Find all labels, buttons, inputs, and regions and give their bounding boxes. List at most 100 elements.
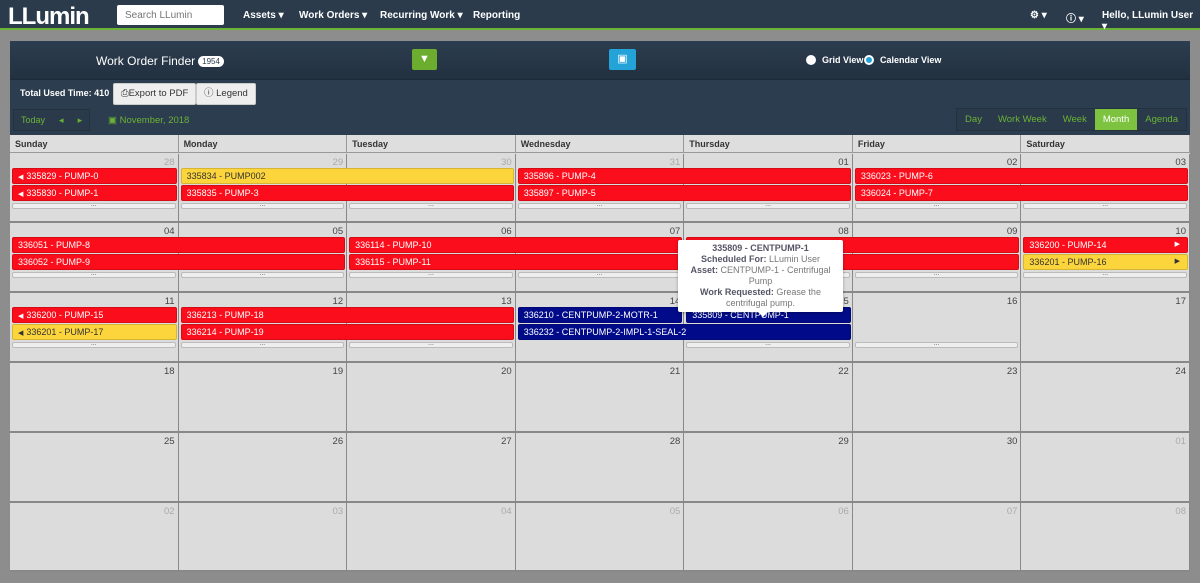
day-number[interactable]: 03: [1175, 157, 1186, 168]
day-number[interactable]: 16: [1007, 296, 1018, 307]
day-number[interactable]: 21: [670, 366, 681, 377]
day-cell[interactable]: 04: [347, 503, 516, 572]
work-order-event[interactable]: 336114 - PUMP-10: [349, 237, 682, 253]
show-more-button[interactable]: ...: [855, 342, 1019, 348]
day-number[interactable]: 27: [501, 436, 512, 447]
view-month[interactable]: Month: [1095, 109, 1137, 130]
day-number[interactable]: 04: [501, 506, 512, 517]
day-cell[interactable]: 07: [853, 503, 1022, 572]
day-number[interactable]: 25: [164, 436, 175, 447]
day-cell[interactable]: 08: [1021, 503, 1190, 572]
day-number[interactable]: 08: [838, 226, 849, 237]
nav-recurring-work[interactable]: Recurring Work ▾: [380, 10, 463, 21]
day-number[interactable]: 04: [164, 226, 175, 237]
day-number[interactable]: 28: [164, 157, 175, 168]
legend-button[interactable]: ⓘ Legend: [196, 83, 256, 105]
work-order-event[interactable]: 335897 - PUMP-5: [518, 185, 851, 201]
nav-assets[interactable]: Assets ▾: [243, 10, 284, 21]
day-cell[interactable]: 26: [179, 433, 348, 503]
day-number[interactable]: 08: [1175, 506, 1186, 517]
day-number[interactable]: 05: [333, 226, 344, 237]
settings-gear-icon[interactable]: ⚙ ▾: [1030, 10, 1047, 21]
day-number[interactable]: 06: [501, 226, 512, 237]
day-cell[interactable]: 29: [684, 433, 853, 503]
work-order-event[interactable]: 336051 - PUMP-8: [12, 237, 345, 253]
day-number[interactable]: 02: [1007, 157, 1018, 168]
day-cell[interactable]: 06: [684, 503, 853, 572]
day-number[interactable]: 06: [838, 506, 849, 517]
work-order-event[interactable]: ◀336201 - PUMP-17: [12, 324, 177, 340]
day-cell[interactable]: 17: [1021, 293, 1190, 363]
show-more-button[interactable]: ...: [181, 342, 345, 348]
day-number[interactable]: 22: [838, 366, 849, 377]
day-number[interactable]: 24: [1175, 366, 1186, 377]
show-more-button[interactable]: ...: [1023, 272, 1187, 278]
day-cell[interactable]: 28: [516, 433, 685, 503]
work-order-event[interactable]: 336210 - CENTPUMP-2-MOTR-1: [518, 307, 683, 323]
work-order-event[interactable]: 336200 - PUMP-14▶: [1023, 237, 1188, 253]
day-number[interactable]: 13: [501, 296, 512, 307]
day-number[interactable]: 18: [164, 366, 175, 377]
day-cell[interactable]: 02: [10, 503, 179, 572]
work-order-event[interactable]: 336024 - PUMP-7: [855, 185, 1188, 201]
day-cell[interactable]: 05: [516, 503, 685, 572]
user-menu[interactable]: Hello, LLumin User ▾: [1102, 10, 1200, 32]
calendar-view-radio[interactable]: [864, 55, 874, 65]
view-work-week[interactable]: Work Week: [990, 109, 1055, 130]
day-number[interactable]: 05: [670, 506, 681, 517]
day-number[interactable]: 07: [670, 226, 681, 237]
view-day[interactable]: Day: [957, 109, 990, 130]
day-number[interactable]: 29: [838, 436, 849, 447]
day-cell[interactable]: 27: [347, 433, 516, 503]
day-cell[interactable]: 22: [684, 363, 853, 433]
day-number[interactable]: 11: [165, 296, 175, 307]
calendar-view-label[interactable]: Calendar View: [880, 55, 941, 65]
day-number[interactable]: 09: [1007, 226, 1018, 237]
day-number[interactable]: 02: [164, 506, 175, 517]
day-cell[interactable]: 25: [10, 433, 179, 503]
show-more-button[interactable]: ...: [855, 272, 1019, 278]
view-week[interactable]: Week: [1055, 109, 1095, 130]
day-number[interactable]: 01: [1175, 436, 1186, 447]
show-more-button[interactable]: ...: [855, 203, 1019, 209]
show-more-button[interactable]: ...: [349, 203, 513, 209]
export-pdf-button[interactable]: ⎙Export to PDF: [113, 83, 196, 105]
show-more-button[interactable]: ...: [518, 203, 682, 209]
day-number[interactable]: 23: [1007, 366, 1018, 377]
today-button[interactable]: Today: [14, 110, 52, 130]
day-cell[interactable]: 24: [1021, 363, 1190, 433]
day-cell[interactable]: 18: [10, 363, 179, 433]
show-more-button[interactable]: ...: [181, 203, 345, 209]
show-more-button[interactable]: ...: [12, 272, 176, 278]
nav-work-orders[interactable]: Work Orders ▾: [299, 10, 367, 21]
day-number[interactable]: 10: [1175, 226, 1186, 237]
nav-reporting[interactable]: Reporting: [473, 10, 520, 21]
show-more-button[interactable]: ...: [12, 342, 176, 348]
work-order-event[interactable]: 336052 - PUMP-9: [12, 254, 345, 270]
work-order-event[interactable]: 335834 - PUMP002: [181, 168, 514, 184]
day-number[interactable]: 28: [670, 436, 681, 447]
day-number[interactable]: 26: [333, 436, 344, 447]
day-number[interactable]: 12: [333, 296, 344, 307]
show-more-button[interactable]: ...: [518, 272, 682, 278]
work-order-event[interactable]: 335896 - PUMP-4: [518, 168, 851, 184]
show-more-button[interactable]: ...: [181, 272, 345, 278]
day-number[interactable]: 29: [333, 157, 344, 168]
work-order-event[interactable]: ◀336200 - PUMP-15: [12, 307, 177, 323]
day-number[interactable]: 19: [333, 366, 344, 377]
day-number[interactable]: 01: [838, 157, 849, 168]
day-cell[interactable]: 23: [853, 363, 1022, 433]
day-number[interactable]: 03: [333, 506, 344, 517]
day-number[interactable]: 17: [1175, 296, 1186, 307]
view-agenda[interactable]: Agenda: [1137, 109, 1186, 130]
day-number[interactable]: 30: [501, 157, 512, 168]
day-cell[interactable]: 16: [853, 293, 1022, 363]
show-more-button[interactable]: ...: [686, 203, 850, 209]
work-order-event[interactable]: 336115 - PUMP-11: [349, 254, 682, 270]
work-order-event[interactable]: 336214 - PUMP-19: [181, 324, 514, 340]
show-more-button[interactable]: ...: [1023, 203, 1187, 209]
show-more-button[interactable]: ...: [12, 203, 176, 209]
llumin-logo[interactable]: LLumin: [8, 3, 89, 31]
work-order-event[interactable]: ◀335830 - PUMP-1: [12, 185, 177, 201]
show-more-button[interactable]: ...: [349, 272, 513, 278]
